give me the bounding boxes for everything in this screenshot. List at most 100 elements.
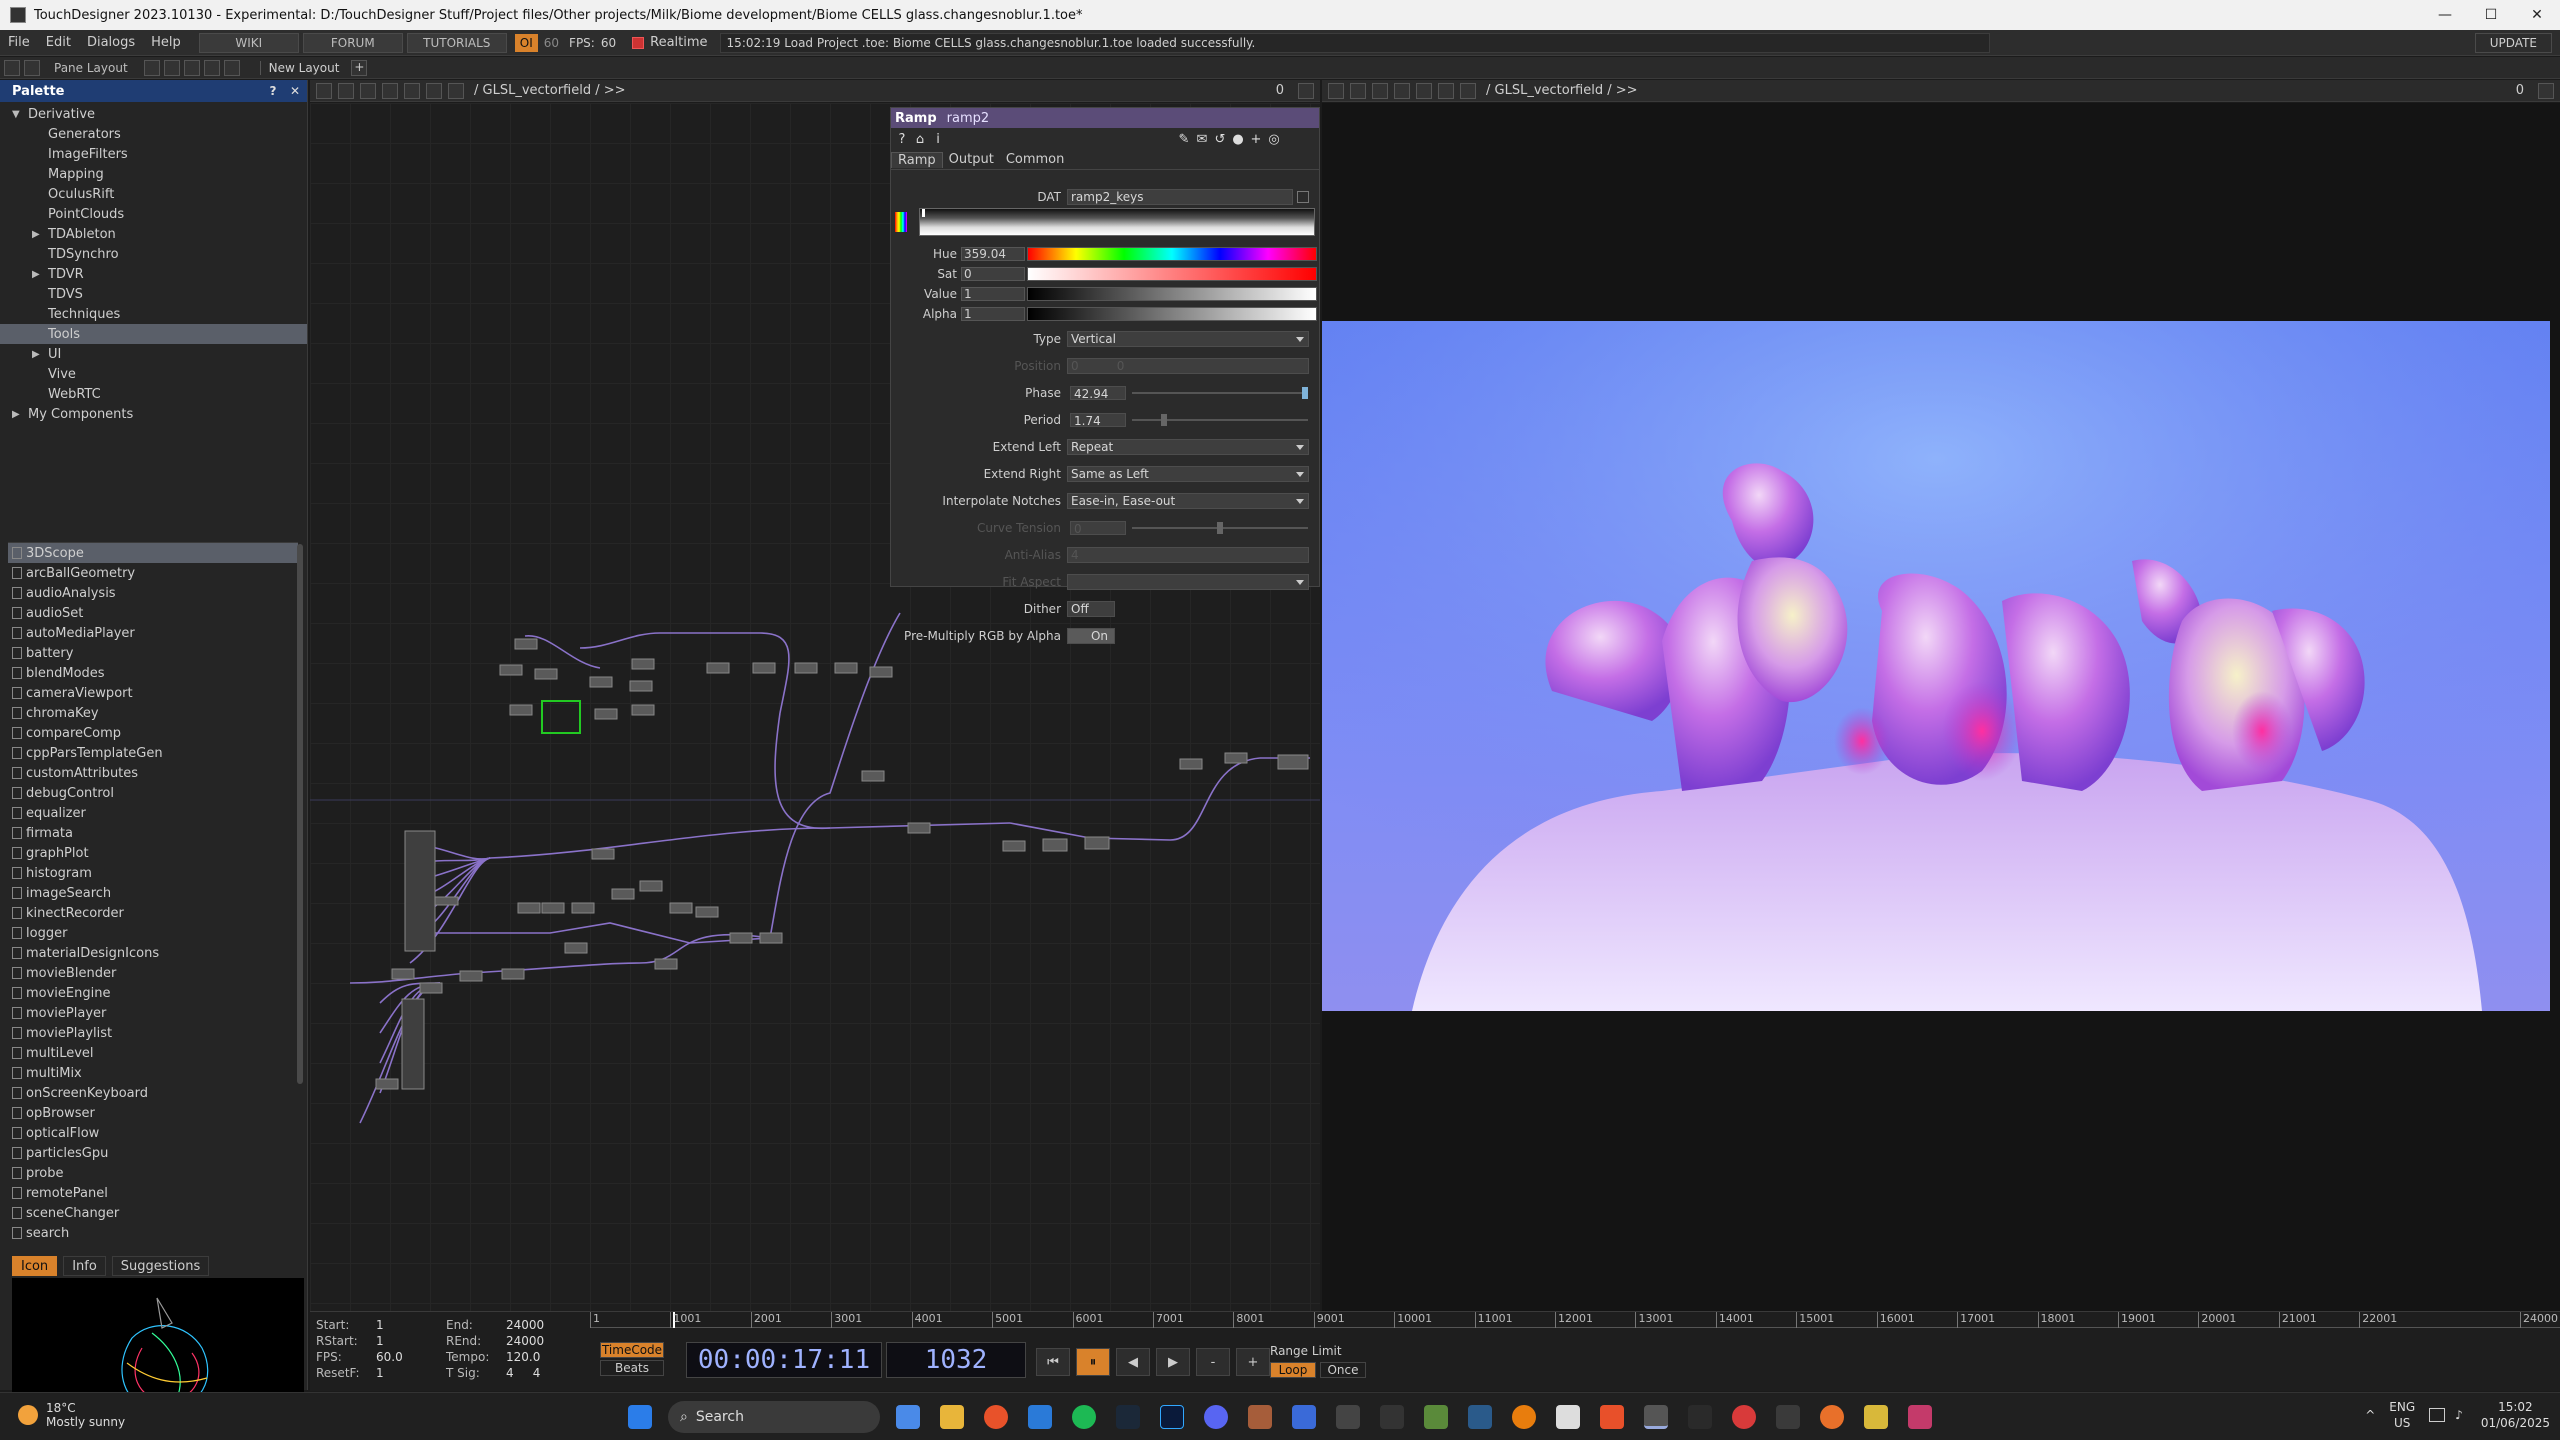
edit-icon[interactable]: ✎ — [1177, 132, 1191, 147]
param-field[interactable]: 42.94 — [1067, 385, 1309, 401]
touchdesigner-taskbar-icon[interactable] — [1644, 1405, 1668, 1429]
add-op-icon[interactable] — [1416, 82, 1432, 99]
palette-scrollbar[interactable] — [297, 544, 303, 1084]
maximize-button[interactable]: ☐ — [2468, 0, 2514, 30]
list-item[interactable]: cppParsTemplateGen — [8, 743, 298, 763]
tab-common[interactable]: Common — [1000, 152, 1071, 167]
tree-item[interactable]: TDSynchro — [0, 244, 307, 264]
app-icon-6[interactable] — [1556, 1405, 1580, 1429]
tree-item[interactable]: ▶ TDAbleton — [0, 224, 307, 244]
frame-display[interactable]: 1032 — [886, 1342, 1026, 1378]
resetf-value[interactable]: 1 — [376, 1366, 384, 1380]
sat-field[interactable]: 0 — [961, 267, 1025, 281]
beats-mode-button[interactable]: Beats — [600, 1360, 664, 1376]
tree-item[interactable]: ImageFilters — [0, 144, 307, 164]
timeline-ruler[interactable]: 1 1001 2001 3001 4001 5001 6001 7001 8001 9001 100… — [590, 1312, 2560, 1328]
list-item[interactable]: firmata — [8, 823, 298, 843]
list-item[interactable]: multiLevel — [8, 1043, 298, 1063]
add-layout-button[interactable]: + — [351, 59, 368, 76]
app-icon-9[interactable] — [1820, 1405, 1844, 1429]
sat-slider[interactable] — [1027, 267, 1317, 281]
app-icon-3[interactable] — [1336, 1405, 1360, 1429]
tree-item[interactable]: Techniques — [0, 304, 307, 324]
value-slider[interactable] — [1027, 287, 1317, 301]
realtime-checkbox[interactable] — [632, 36, 645, 49]
taskbar-search[interactable]: ⌕ Search — [668, 1401, 880, 1433]
tsig-value[interactable]: 4 4 — [506, 1366, 540, 1380]
app-icon-1[interactable] — [1248, 1405, 1272, 1429]
param-slider[interactable] — [1132, 387, 1308, 399]
output-viewer[interactable] — [1322, 321, 2550, 1011]
hue-field[interactable]: 359.04 — [961, 247, 1025, 261]
bookmark-icon[interactable] — [1438, 82, 1454, 99]
add-icon[interactable]: + — [1249, 132, 1263, 147]
list-item[interactable]: opBrowser — [8, 1103, 298, 1123]
layout-split-v-icon[interactable] — [163, 59, 180, 76]
tree-item[interactable]: WebRTC — [0, 384, 307, 404]
fps-value[interactable]: 60.0 — [376, 1350, 403, 1364]
menu-dialogs[interactable]: Dialogs — [79, 35, 143, 50]
timecode-display[interactable]: 00:00:17:11 — [686, 1342, 882, 1378]
list-item[interactable]: sceneChanger — [8, 1203, 298, 1223]
ramp-gradient-editor[interactable] — [919, 208, 1315, 236]
param-dropdown[interactable]: Vertical — [1067, 331, 1309, 347]
new-layout-tab[interactable]: New Layout — [259, 60, 348, 75]
list-item[interactable]: compareComp — [8, 723, 298, 743]
up-icon[interactable] — [382, 82, 398, 99]
list-item[interactable]: remotePanel — [8, 1183, 298, 1203]
app-icon-4[interactable] — [1424, 1405, 1448, 1429]
list-item[interactable]: logger — [8, 923, 298, 943]
tab-info[interactable]: Info — [63, 1256, 106, 1276]
start-value[interactable]: 1 — [376, 1318, 384, 1332]
tray-expand-icon[interactable]: ^ — [2365, 1408, 2375, 1422]
list-item[interactable]: graphPlot — [8, 843, 298, 863]
discord-icon[interactable] — [1204, 1405, 1228, 1429]
clock-time[interactable]: 15:02 — [2498, 1400, 2533, 1414]
layout-quad-icon[interactable] — [223, 59, 240, 76]
blender-icon[interactable] — [1512, 1405, 1536, 1429]
app-icon-8[interactable] — [1776, 1405, 1800, 1429]
menu-help[interactable]: Help — [143, 35, 189, 50]
step-minus-button[interactable]: - — [1196, 1348, 1230, 1376]
param-dropdown[interactable]: Same as Left — [1067, 466, 1309, 482]
dat-picker-icon[interactable] — [1297, 191, 1309, 203]
minimize-button[interactable]: — — [2422, 0, 2468, 30]
rewind-button[interactable]: ⏮ — [1036, 1348, 1070, 1376]
photoshop-icon[interactable] — [1160, 1405, 1184, 1429]
list-item[interactable]: 3DScope — [8, 543, 298, 563]
steam-icon[interactable] — [1116, 1405, 1140, 1429]
pane-split-icon[interactable] — [1298, 82, 1314, 99]
alpha-slider[interactable] — [1027, 307, 1317, 321]
list-item[interactable]: cameraViewport — [8, 683, 298, 703]
list-item[interactable]: battery — [8, 643, 298, 663]
param-value[interactable]: 42.94 — [1070, 386, 1126, 401]
add-op-icon[interactable] — [404, 82, 420, 99]
volume-icon[interactable]: ♪ — [2455, 1408, 2463, 1422]
once-button[interactable]: Once — [1320, 1362, 1366, 1378]
layout-split-h-icon[interactable] — [183, 59, 200, 76]
list-item[interactable]: movieEngine — [8, 983, 298, 1003]
forward-icon[interactable] — [1372, 82, 1388, 99]
network-path-left[interactable]: / GLSL_vectorfield / >> — [474, 83, 626, 98]
tab-output[interactable]: Output — [943, 152, 1000, 167]
tree-item[interactable]: Mapping — [0, 164, 307, 184]
color-icon[interactable]: ● — [1231, 132, 1245, 147]
tree-item[interactable]: TDVS — [0, 284, 307, 304]
forward-icon[interactable] — [360, 82, 376, 99]
rstart-value[interactable]: 1 — [376, 1334, 384, 1348]
copilot-icon[interactable] — [896, 1405, 920, 1429]
app-icon-5[interactable] — [1468, 1405, 1492, 1429]
list-item[interactable]: moviePlaylist — [8, 1023, 298, 1043]
list-item[interactable]: audioSet — [8, 603, 298, 623]
hue-slider[interactable] — [1027, 247, 1317, 261]
list-item[interactable]: movieBlender — [8, 963, 298, 983]
tempo-value[interactable]: 120.0 — [506, 1350, 540, 1364]
list-item[interactable]: search — [8, 1223, 298, 1243]
dat-field[interactable]: ramp2_keys — [1067, 189, 1293, 205]
reset-icon[interactable]: ↺ — [1213, 132, 1227, 147]
info-icon[interactable]: i — [931, 132, 945, 147]
param-dropdown[interactable]: Repeat — [1067, 439, 1309, 455]
param-value[interactable]: 1.74 — [1070, 413, 1126, 428]
clock-date[interactable]: 01/06/2025 — [2481, 1416, 2550, 1430]
list-item[interactable]: materialDesignIcons — [8, 943, 298, 963]
